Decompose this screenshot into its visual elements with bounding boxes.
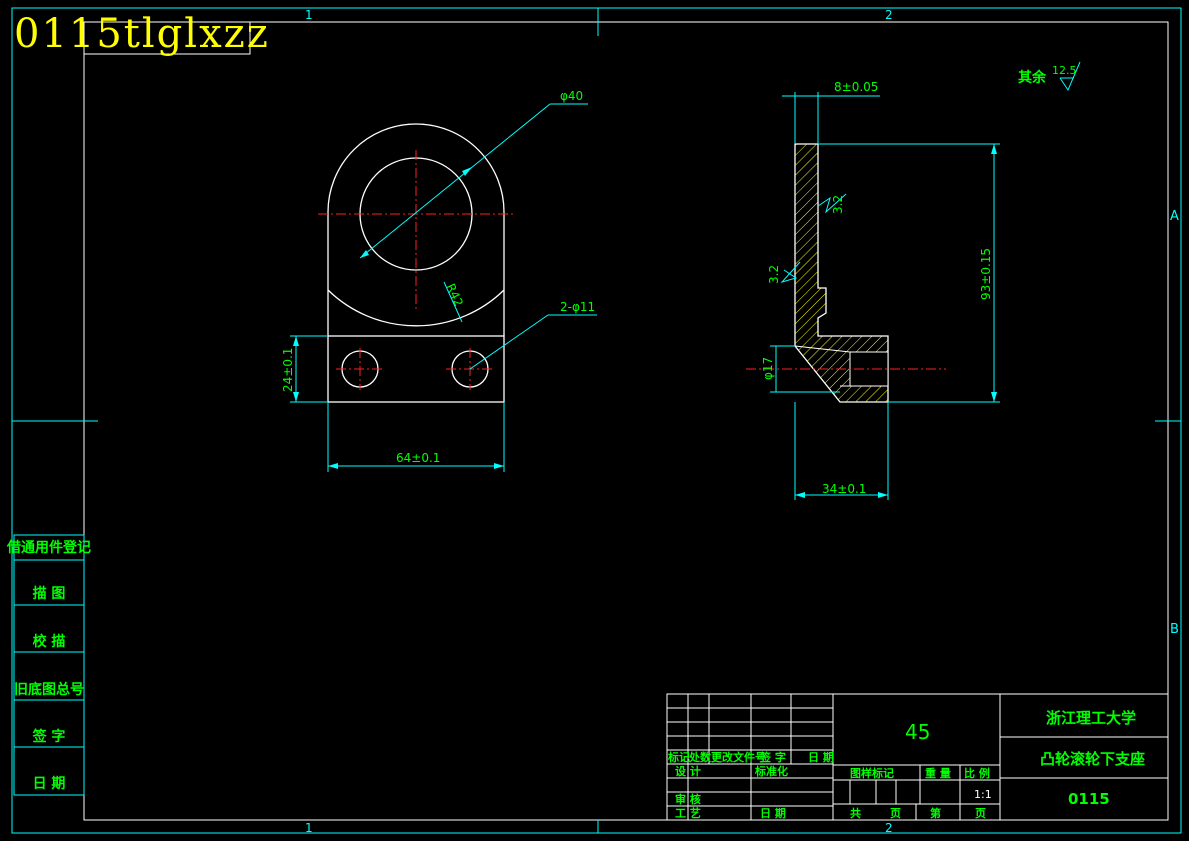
tb-total: 共 [850, 806, 861, 820]
tb-weight: 重 量 [925, 766, 951, 780]
zone-label-row-b: B [1170, 622, 1179, 637]
tb-standard: 标准化 [754, 764, 788, 778]
tb-ratio: 比 例 [964, 766, 990, 780]
dim-front-width: 64±0.1 [396, 451, 440, 465]
tb-scale-value: 1:1 [974, 788, 992, 801]
dim-front-holes: 2-φ11 [560, 300, 595, 314]
left-label-0: 借通用件登记 [6, 539, 91, 556]
dim-front-phi40: φ40 [560, 89, 583, 103]
title-block-rev-headers: 标记 处数 更改文件号 签 字 日 期 设 计 标准化 审 核 工 艺 日 期 … [667, 750, 990, 820]
zone-label-row-a: A [1170, 209, 1179, 224]
sheet-inner-border [83, 21, 1169, 821]
zone-label-col2: 2 [885, 8, 893, 22]
left-label-5: 日 期 [33, 776, 66, 792]
tb-material: 45 [905, 720, 930, 744]
zone-label-col2-bottom: 2 [885, 821, 893, 835]
front-view [290, 103, 597, 472]
drawing-id-label: 0115tlglxzz [14, 11, 270, 57]
dim-front-r42: R42 [443, 281, 466, 308]
rev-header-doc: 更改文件号 [711, 750, 766, 764]
left-label-3: 旧底图总号 [14, 681, 84, 698]
zone-label-col1: 1 [305, 8, 313, 22]
tb-check: 审 核 [675, 792, 701, 806]
tb-stage-mark: 图样标记 [850, 766, 894, 780]
rev-header-mark: 标记 [667, 750, 690, 764]
dim-side-thickness: 8±0.05 [834, 80, 878, 94]
zone-label-col1-bottom: 1 [305, 821, 313, 835]
dim-front-height: 24±0.1 [281, 348, 295, 392]
dim-side-bore: φ17 [761, 357, 775, 380]
tb-process: 工 艺 [675, 806, 701, 820]
rev-header-date: 日 期 [808, 750, 834, 764]
roughness-side-1: 3.2 [831, 195, 845, 214]
rev-header-count: 处数 [688, 750, 712, 764]
roughness-other-value: 12.5 [1052, 64, 1077, 77]
dim-side-height: 93±0.15 [979, 248, 993, 300]
tb-date: 日 期 [760, 806, 786, 820]
tb-page2: 页 [975, 807, 986, 820]
zone-ticks [12, 8, 1181, 833]
left-label-2: 校 描 [33, 633, 66, 650]
tb-page: 页 [890, 807, 901, 820]
left-record-table-labels: 借通用件登记 描 图 校 描 旧底图总号 签 字 日 期 [6, 539, 91, 792]
cad-drawing-canvas: 1 2 1 2 A B φ40 R42 2-φ11 24±0.1 64±0.1 … [6, 7, 1182, 835]
side-view [746, 61, 1081, 500]
roughness-other-label: 其余 [1018, 69, 1047, 86]
tb-part-name: 凸轮滚轮下支座 [1040, 750, 1145, 768]
roughness-side-2: 3.2 [767, 265, 781, 284]
tb-sheet: 第 [930, 806, 941, 820]
rev-header-sign: 签 字 [759, 750, 786, 764]
left-label-4: 签 字 [32, 728, 66, 745]
left-record-table [13, 534, 85, 796]
sheet-outer-border [11, 7, 1182, 834]
dim-side-depth: 34±0.1 [822, 482, 866, 496]
tb-school: 浙江理工大学 [1046, 709, 1136, 727]
tb-drawing-no: 0115 [1068, 790, 1110, 808]
tb-design: 设 计 [675, 764, 701, 778]
left-label-1: 描 图 [33, 585, 66, 602]
